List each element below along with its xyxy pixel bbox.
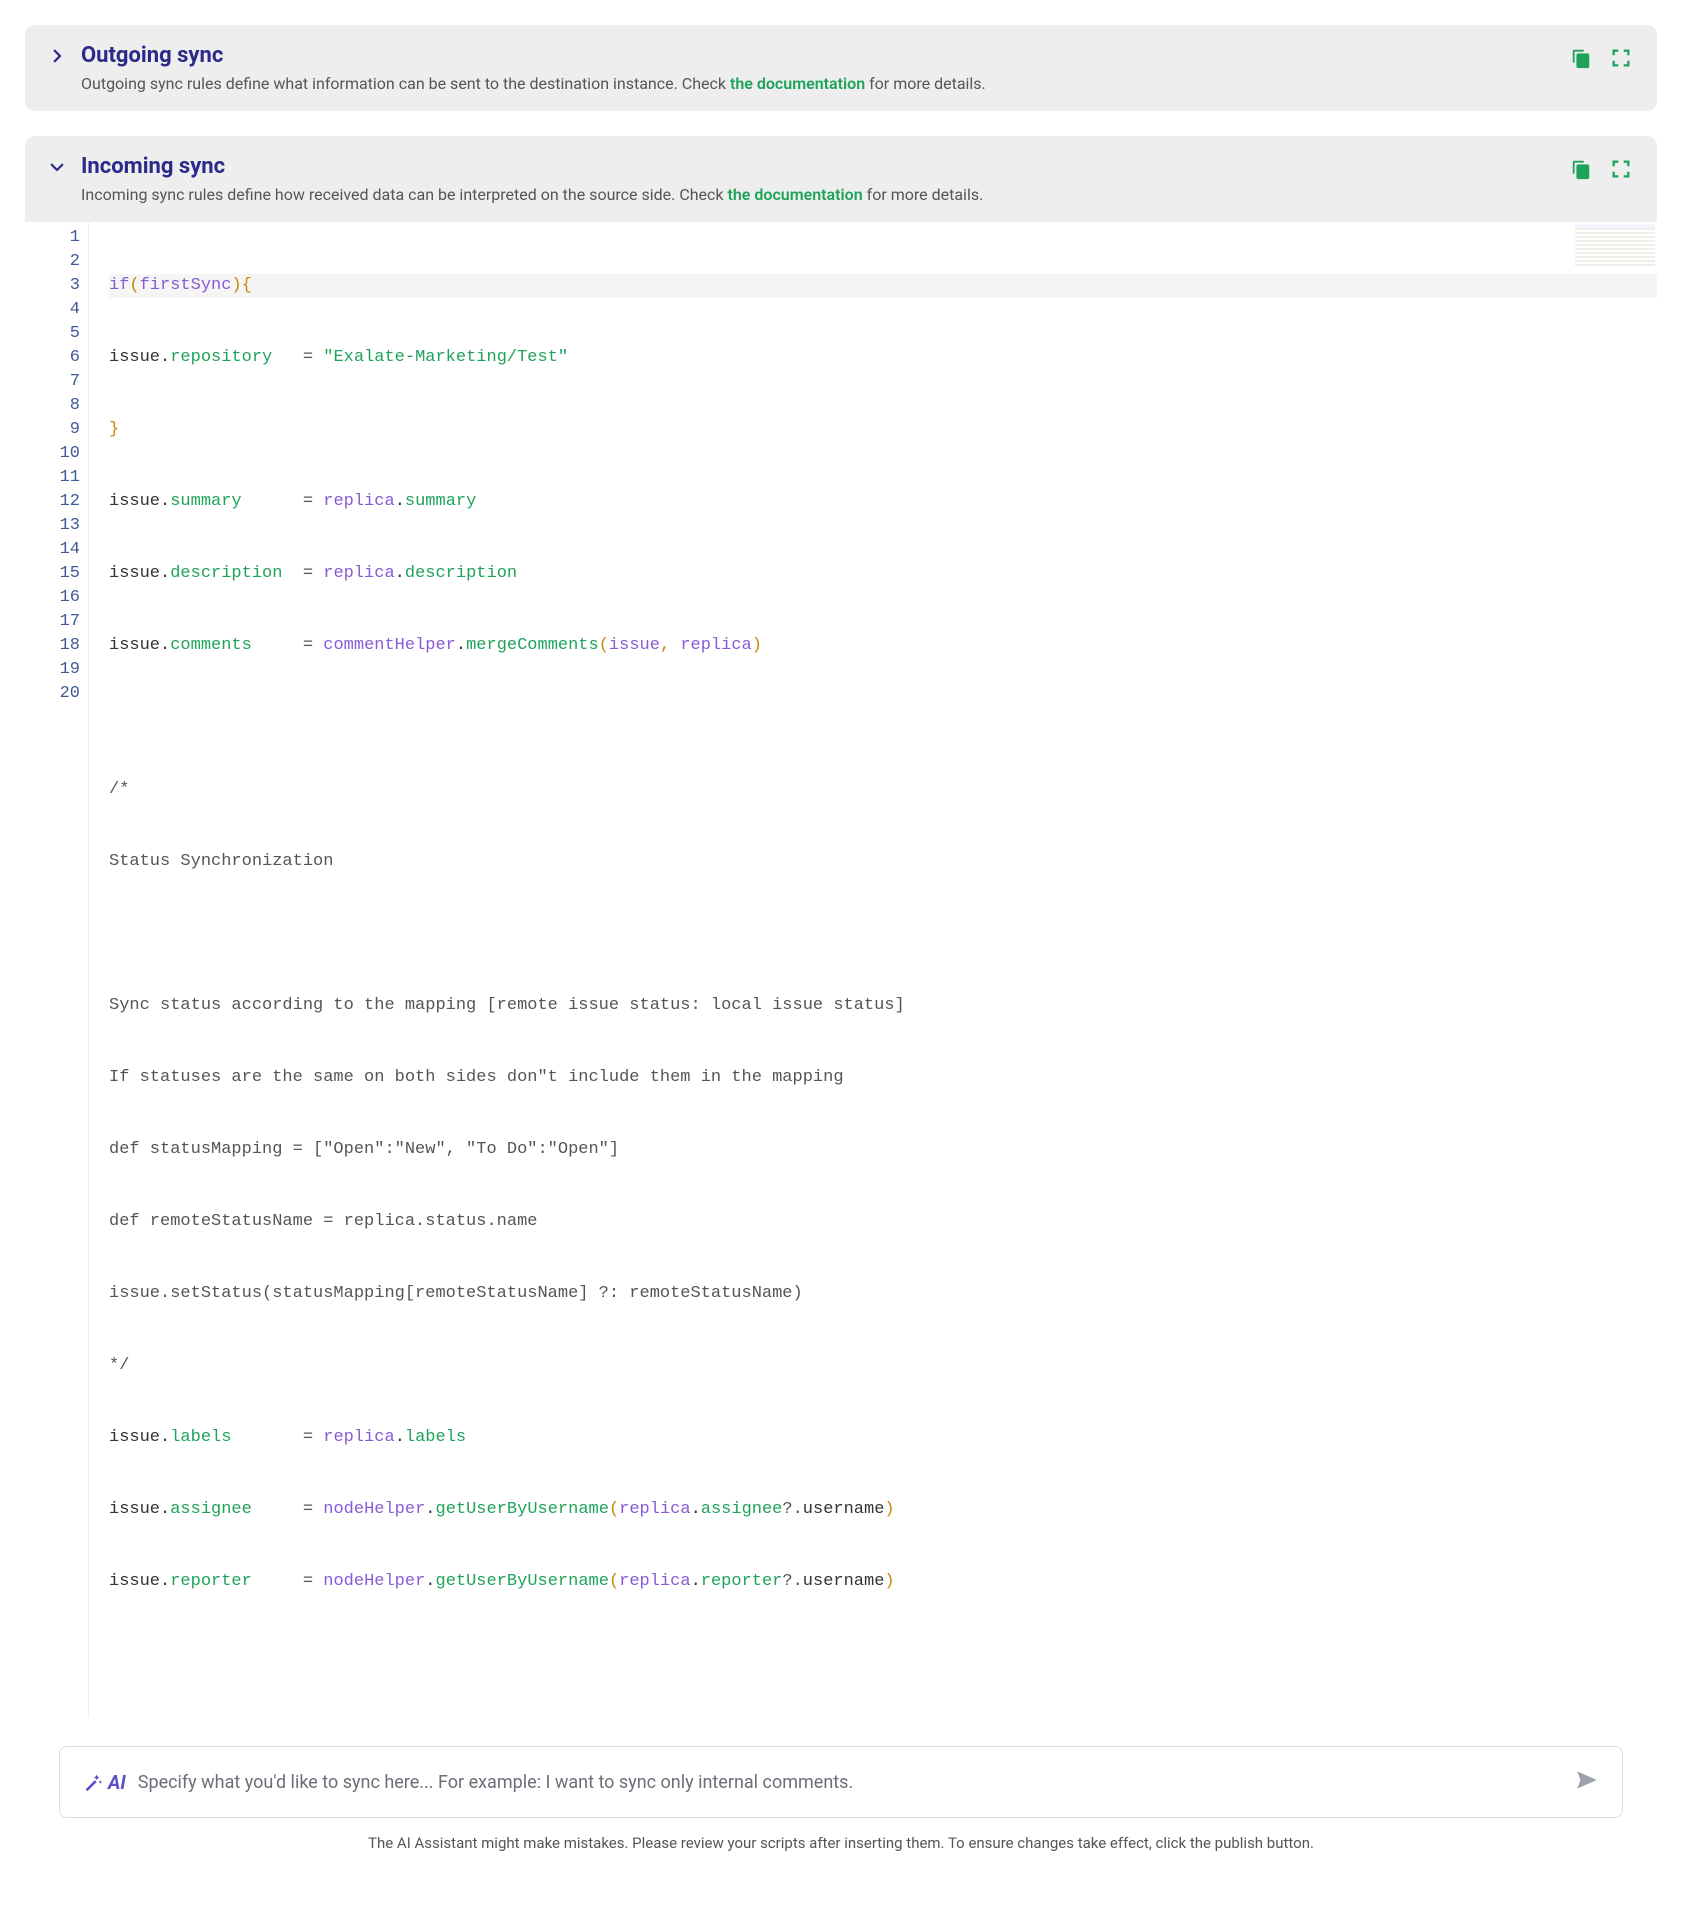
incoming-desc-post: for more details. (863, 185, 984, 204)
send-icon[interactable] (1574, 1767, 1600, 1797)
op-eq: = (303, 636, 313, 655)
chevron-down-icon[interactable] (43, 158, 71, 176)
kw-if: if (109, 276, 129, 295)
line-numbers: 1234567891011121314151617181920 (25, 222, 89, 1718)
obj-issue: issue (109, 1500, 160, 1519)
method-getUserByUsername: getUserByUsername (436, 1500, 609, 1519)
close-brace: } (109, 420, 119, 439)
op-qdot: ?. (782, 1572, 802, 1591)
copy-icon[interactable] (1570, 158, 1592, 180)
obj-issue: issue (109, 492, 160, 511)
arg-issue: issue (609, 636, 660, 655)
obj-replica: replica (619, 1500, 690, 1519)
op-eq: = (303, 492, 313, 511)
arg-replica: replica (680, 636, 751, 655)
cmt-close: */ (109, 1356, 129, 1375)
prop-summary-r: summary (405, 492, 476, 511)
prop-labels-r: labels (405, 1428, 466, 1447)
obj-nodeHelper: nodeHelper (323, 1500, 425, 1519)
prop-comments: comments (170, 636, 252, 655)
incoming-sync-panel: Incoming sync Incoming sync rules define… (25, 136, 1657, 1874)
obj-issue: issue (109, 1428, 160, 1447)
op-eq: = (303, 1500, 313, 1519)
obj-replica: replica (323, 564, 394, 583)
obj-issue: issue (109, 564, 160, 583)
op-qdot: ?. (782, 1500, 802, 1519)
outgoing-sync-panel: Outgoing sync Outgoing sync rules define… (25, 25, 1657, 111)
prop-description: description (170, 564, 282, 583)
obj-replica: replica (619, 1572, 690, 1591)
cmt-line: def statusMapping = ["Open":"New", "To D… (109, 1140, 619, 1159)
prop-reporter-r: reporter (701, 1572, 783, 1591)
prop-reporter: reporter (170, 1572, 252, 1591)
method-getUserByUsername: getUserByUsername (436, 1572, 609, 1591)
var-firstSync: firstSync (140, 276, 232, 295)
prop-username: username (803, 1572, 885, 1591)
str-repo: "Exalate-Marketing/Test" (323, 348, 568, 367)
ai-badge: AI (82, 1771, 126, 1794)
cmt-line: If statuses are the same on both sides d… (109, 1068, 844, 1087)
cmt-line: Status Synchronization (109, 852, 333, 871)
method-mergeComments: mergeComments (466, 636, 599, 655)
prop-assignee-r: assignee (701, 1500, 783, 1519)
copy-icon[interactable] (1570, 47, 1592, 69)
code-editor[interactable]: 1234567891011121314151617181920 if(first… (25, 222, 1657, 1718)
obj-replica: replica (323, 1428, 394, 1447)
outgoing-title: Outgoing sync (81, 43, 1570, 68)
prop-assignee: assignee (170, 1500, 252, 1519)
ai-assist-panel: AI Specify what you'd like to sync here.… (25, 1718, 1657, 1874)
op-eq: = (303, 1572, 313, 1591)
prop-summary: summary (170, 492, 241, 511)
outgoing-desc-pre: Outgoing sync rules define what informat… (81, 74, 730, 93)
op-eq: = (303, 348, 313, 367)
outgoing-description: Outgoing sync rules define what informat… (81, 74, 1570, 93)
incoming-header: Incoming sync Incoming sync rules define… (25, 136, 1657, 222)
obj-replica: replica (323, 492, 394, 511)
obj-issue: issue (109, 1572, 160, 1591)
obj-nodeHelper: nodeHelper (323, 1572, 425, 1591)
cmt-line: issue.setStatus(statusMapping[remoteStat… (109, 1284, 803, 1303)
ai-disclaimer: The AI Assistant might make mistakes. Pl… (59, 1834, 1623, 1852)
outgoing-doc-link[interactable]: the documentation (730, 74, 865, 93)
chevron-right-icon[interactable] (43, 47, 71, 65)
outgoing-header: Outgoing sync Outgoing sync rules define… (25, 25, 1657, 111)
obj-issue: issue (109, 636, 160, 655)
incoming-description: Incoming sync rules define how received … (81, 185, 1570, 204)
outgoing-desc-post: for more details. (865, 74, 986, 93)
cmt-line: def remoteStatusName = replica.status.na… (109, 1212, 537, 1231)
op-eq: = (303, 1428, 313, 1447)
cmt-line: Sync status according to the mapping [re… (109, 996, 905, 1015)
obj-issue: issue (109, 348, 160, 367)
fullscreen-icon[interactable] (1610, 158, 1632, 180)
prop-labels: labels (170, 1428, 231, 1447)
prop-username: username (803, 1500, 885, 1519)
sep: , (660, 636, 680, 655)
obj-commentHelper: commentHelper (323, 636, 456, 655)
ai-input-row[interactable]: AI Specify what you'd like to sync here.… (59, 1746, 1623, 1818)
magic-wand-icon (82, 1771, 104, 1793)
op-eq: = (303, 564, 313, 583)
fullscreen-icon[interactable] (1610, 47, 1632, 69)
incoming-doc-link[interactable]: the documentation (728, 185, 863, 204)
prop-description-r: description (405, 564, 517, 583)
incoming-desc-pre: Incoming sync rules define how received … (81, 185, 728, 204)
code-content[interactable]: if(firstSync){ issue.repository = "Exala… (89, 222, 1657, 1718)
incoming-title: Incoming sync (81, 154, 1570, 179)
ai-badge-text: AI (108, 1771, 126, 1794)
prop-repository: repository (170, 348, 272, 367)
cmt-open: /* (109, 780, 129, 799)
ai-prompt-input[interactable]: Specify what you'd like to sync here... … (138, 1772, 1562, 1793)
